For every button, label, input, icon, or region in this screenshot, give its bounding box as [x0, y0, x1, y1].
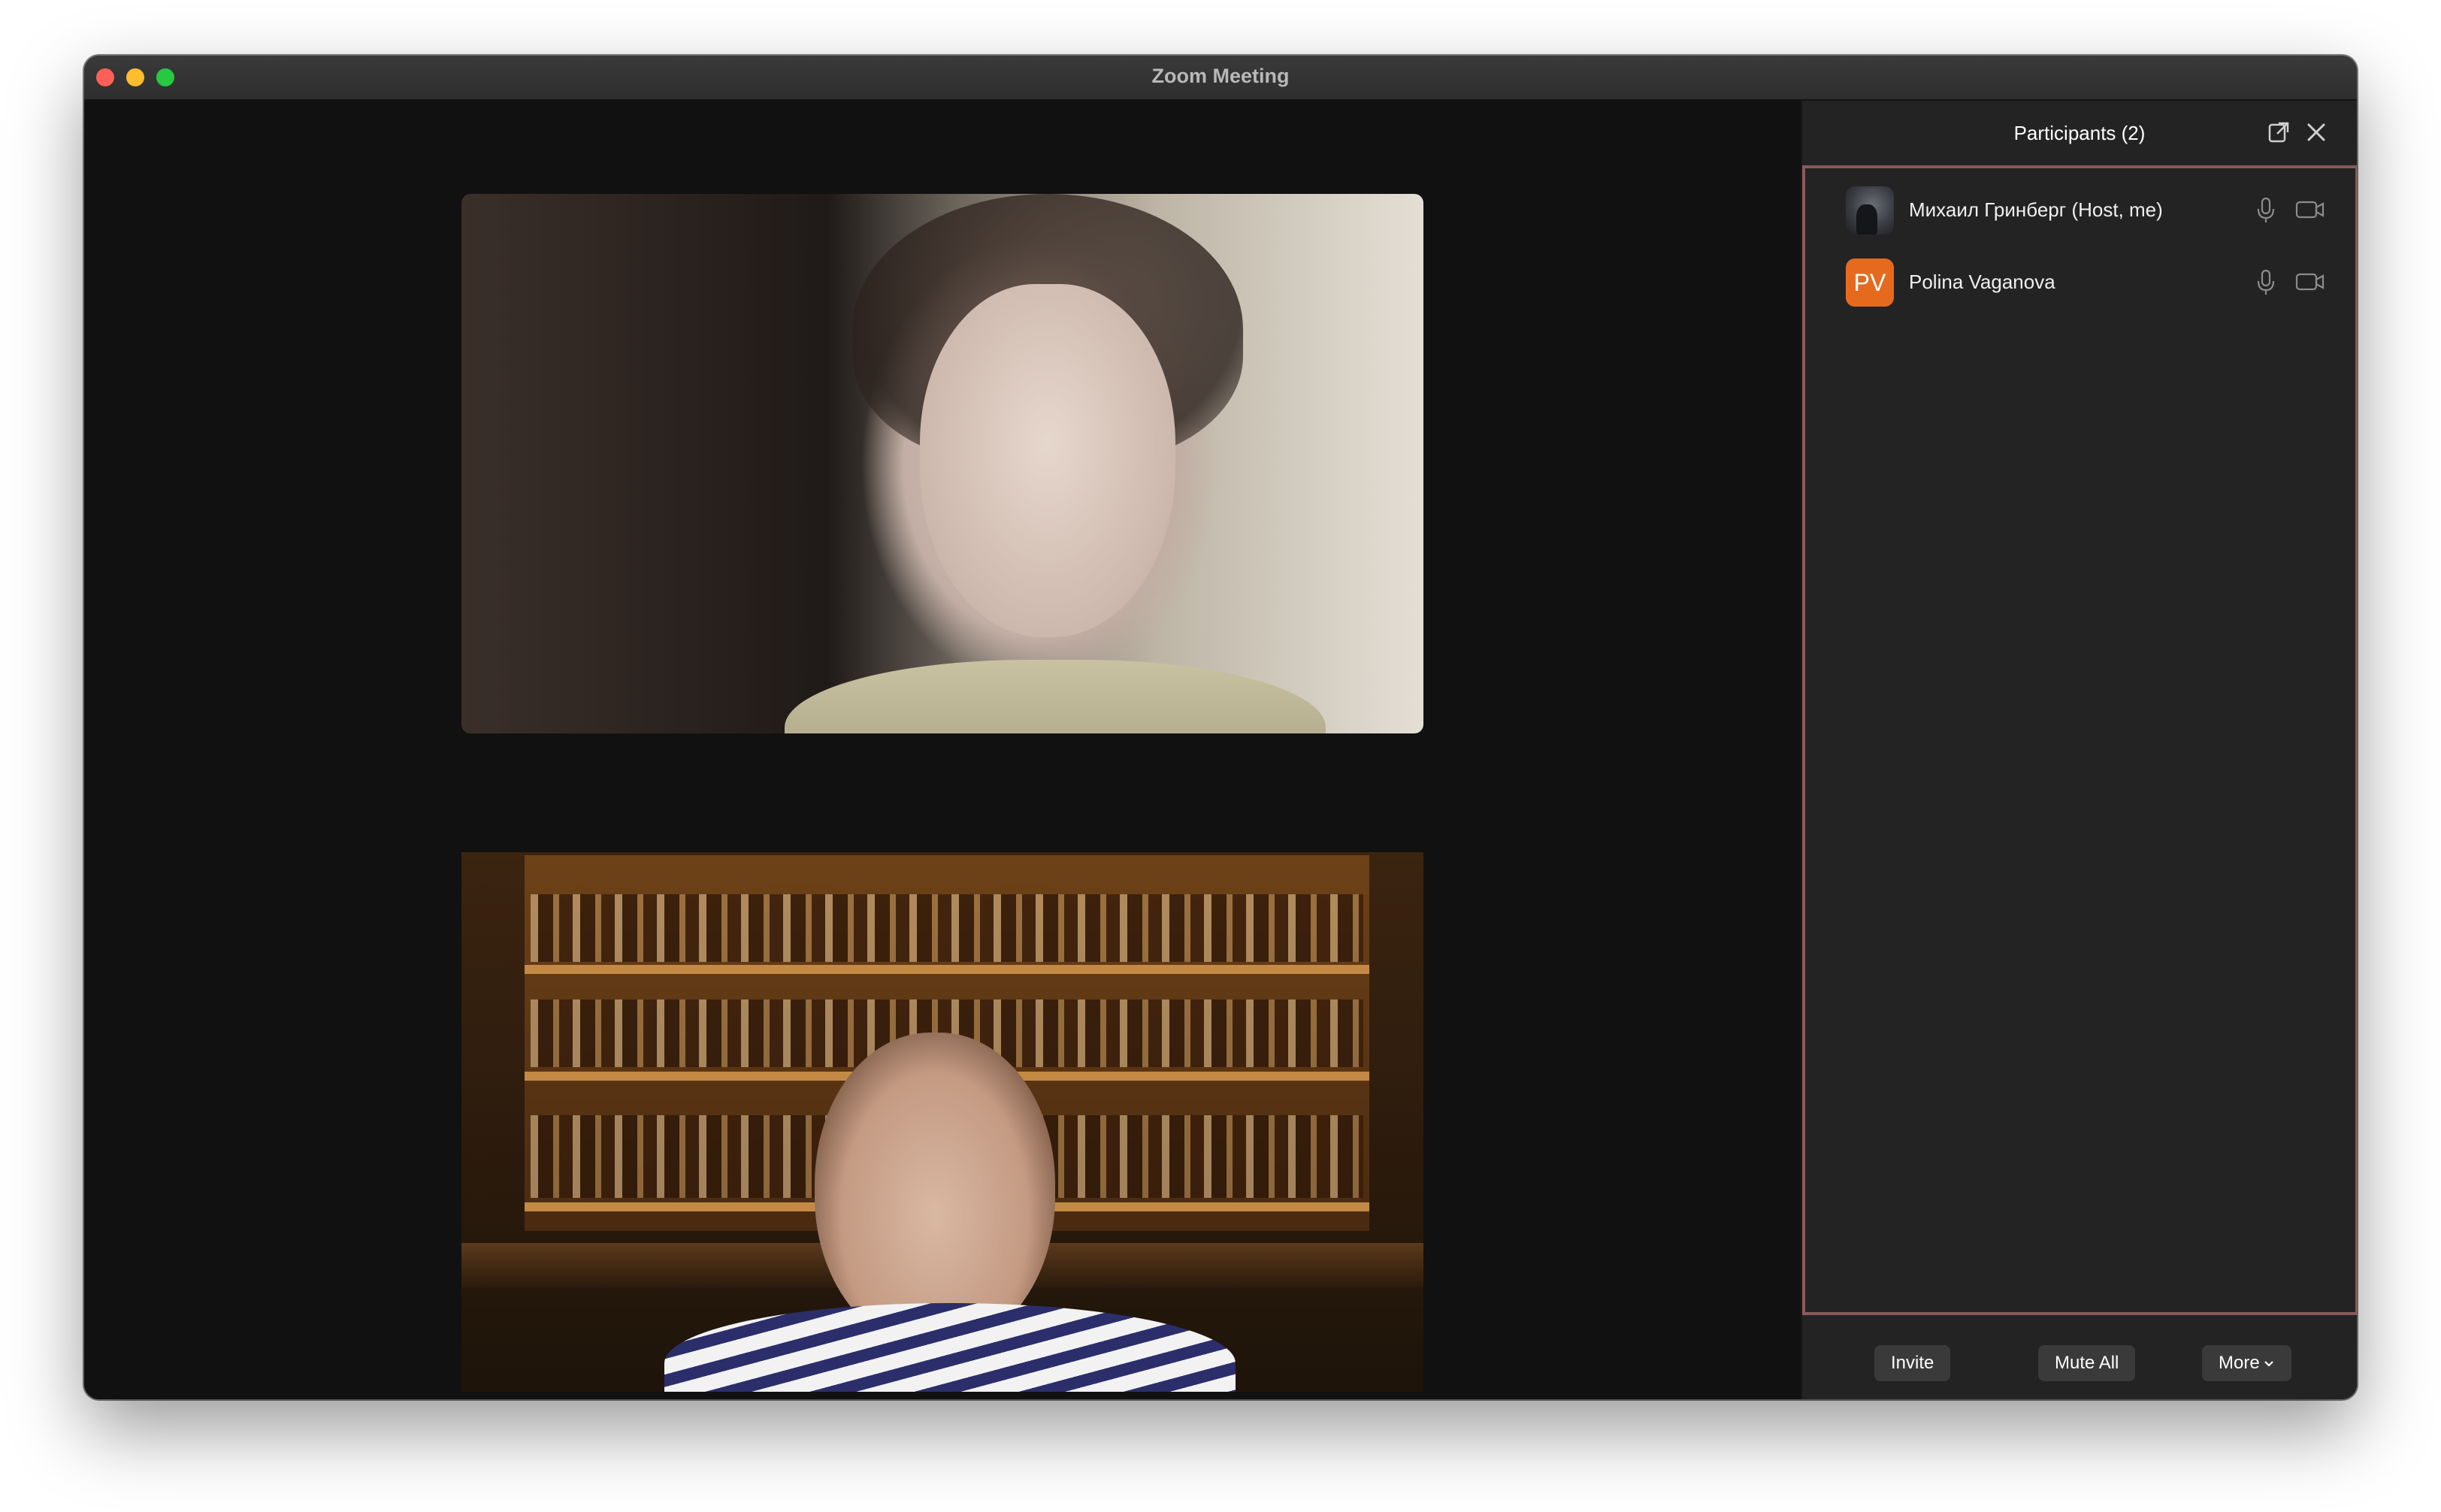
more-button-label: More [2219, 1353, 2260, 1373]
shelf [525, 965, 1369, 974]
pop-out-icon[interactable] [2267, 120, 2291, 144]
video-shirt-shape [785, 660, 1326, 733]
close-panel-icon[interactable] [2304, 120, 2328, 144]
avatar [1846, 186, 1894, 234]
more-button[interactable]: More [2202, 1345, 2291, 1381]
video-person-shirt [664, 1303, 1236, 1392]
chevron-down-icon [2264, 1360, 2273, 1367]
window-title: Zoom Meeting [1151, 65, 1290, 87]
participants-panel-header: Participants (2) [1802, 101, 2357, 165]
participant-name: Михаил Гринберг (Host, me) [1909, 198, 2163, 221]
participant-row[interactable]: PV Polina Vaganova [1846, 253, 2340, 310]
participant-name: Polina Vaganova [1909, 271, 2055, 293]
video-tile-participant[interactable] [461, 194, 1423, 733]
participants-list: Михаил Гринберг (Host, me) PV Polina Vag… [1802, 165, 2357, 1315]
zoom-meeting-window: Zoom Meeting Participants (2) Михаил Гри… [84, 56, 2357, 1399]
participant-row-host[interactable]: Михаил Гринберг (Host, me) [1846, 180, 2340, 237]
participants-footer: Invite Mute All More [1802, 1324, 2357, 1399]
mute-all-button[interactable]: Mute All [2038, 1345, 2136, 1381]
video-stage [84, 101, 1799, 1399]
video-camera-icon[interactable] [2295, 198, 2325, 221]
title-bar: Zoom Meeting [84, 56, 2357, 101]
video-tile-self[interactable] [461, 852, 1423, 1392]
microphone-icon[interactable] [2255, 197, 2277, 224]
microphone-icon[interactable] [2255, 269, 2277, 296]
video-face-shape [920, 284, 1175, 637]
avatar: PV [1846, 259, 1894, 307]
bottle-row [531, 894, 1363, 962]
video-camera-icon[interactable] [2295, 271, 2325, 293]
participants-panel: Participants (2) Михаил Гринберг (Host, … [1801, 101, 2357, 1399]
video-person-head [815, 1033, 1055, 1348]
invite-button[interactable]: Invite [1874, 1345, 1951, 1381]
